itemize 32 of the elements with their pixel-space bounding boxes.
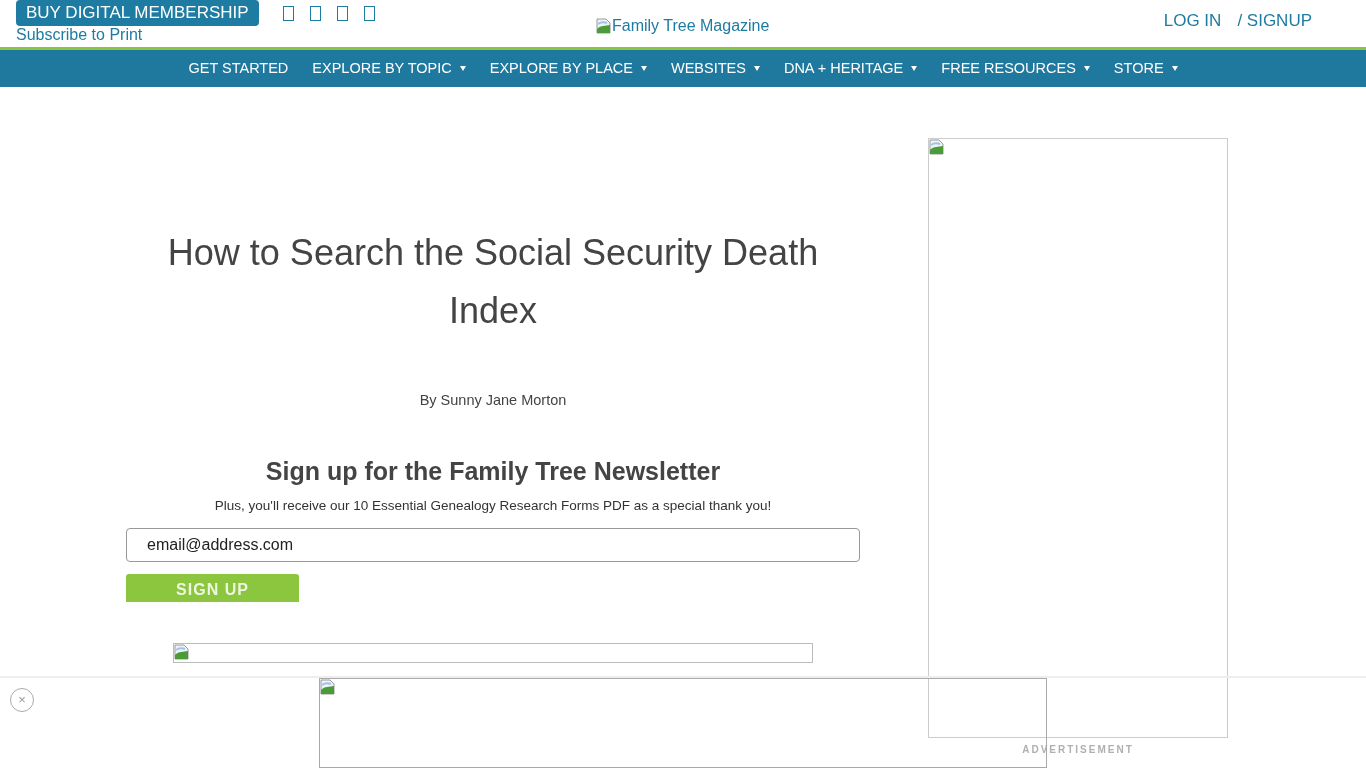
- nav-link[interactable]: GET STARTED: [188, 57, 289, 80]
- close-button[interactable]: ×: [10, 688, 34, 712]
- nav-link[interactable]: FREE RESOURCES: [941, 57, 1090, 80]
- caret-icon: [911, 66, 918, 71]
- nav-link[interactable]: DNA + HERITAGE: [783, 57, 918, 80]
- nav-link[interactable]: WEBSITES: [670, 57, 760, 80]
- caret-icon: [1083, 66, 1090, 71]
- broken-image-icon: [929, 139, 945, 155]
- missing-glyph-icon[interactable]: [363, 5, 375, 21]
- caret-icon: [640, 66, 647, 71]
- broken-image-icon: [174, 644, 190, 660]
- broken-image-icon: [320, 679, 336, 695]
- byline: By Sunny Jane Morton: [419, 391, 567, 410]
- membership-button[interactable]: BUY DIGITAL MEMBERSHIP: [16, 0, 259, 26]
- broken-image-icon: [596, 18, 612, 34]
- caret-icon: [753, 66, 760, 71]
- caret-icon: [1171, 66, 1178, 71]
- missing-glyph-icon[interactable]: [309, 5, 321, 21]
- logo-link[interactable]: Family Tree Magazine: [596, 14, 770, 38]
- nav-link[interactable]: EXPLORE BY PLACE: [489, 57, 647, 80]
- nav-link[interactable]: EXPLORE BY TOPIC: [312, 57, 466, 80]
- subscribe-link[interactable]: Subscribe to Print: [16, 26, 375, 44]
- login-link[interactable]: LOG IN: [1163, 8, 1222, 34]
- article-title: How to Search the Social Security Death Index: [166, 231, 820, 333]
- nav-link[interactable]: STORE: [1113, 57, 1178, 80]
- caret-icon: [459, 66, 466, 71]
- missing-glyph-icon[interactable]: [336, 5, 348, 21]
- email-field[interactable]: email@address.com: [126, 528, 860, 562]
- signup-link[interactable]: / SIGNUP: [1237, 8, 1312, 34]
- missing-glyph-icon[interactable]: [282, 5, 294, 21]
- newsletter-subtext: Plus, you'll receive our 10 Essential Genealogy Research Forms PDF as a special thank you!: [214, 496, 772, 515]
- newsletter-heading: Sign up for the Family Tree Newsletter: [265, 455, 721, 486]
